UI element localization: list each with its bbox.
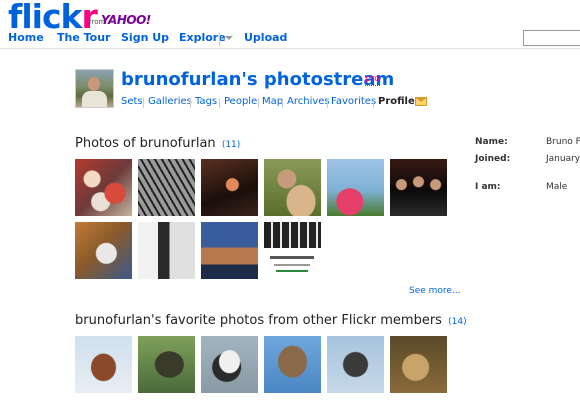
photo-thumbnail-building-dusk[interactable] <box>201 222 258 279</box>
subnav-tags[interactable]: Tags <box>195 96 217 107</box>
favorites-heading: brunofurlan's favorite photos from other… <box>75 313 467 328</box>
favorites-title: brunofurlan's favorite photos from other… <box>75 313 442 328</box>
nav-separator <box>219 33 220 46</box>
subnav-galleries[interactable]: Galleries <box>148 96 192 107</box>
info-iam-value: Male <box>546 182 568 192</box>
top-nav: Home The Tour Sign Up Explore Upload <box>0 31 580 49</box>
see-more-link[interactable]: See more... <box>409 286 461 296</box>
photo-thumbnail-group[interactable] <box>390 159 447 216</box>
mail-icon[interactable] <box>415 97 427 106</box>
subnav-favorites[interactable]: Favorites <box>331 96 376 107</box>
nav-upload[interactable]: Upload <box>244 31 287 44</box>
favorite-thumbnail-kite-sky[interactable] <box>264 336 321 393</box>
subnav-separator <box>373 98 374 108</box>
subnav-separator <box>282 98 283 108</box>
logo-accent-text: r <box>81 0 98 36</box>
avatar-body <box>82 91 107 107</box>
info-joined-value: January <box>546 154 580 164</box>
header-divider <box>0 48 580 49</box>
favorite-thumbnail-osprey[interactable] <box>327 336 384 393</box>
logo-main-text: flick <box>8 0 82 36</box>
favorite-thumbnail-hawk[interactable] <box>75 336 132 393</box>
photos-of-count[interactable]: (11) <box>222 140 240 150</box>
photo-thumbnail-clock[interactable] <box>75 222 132 279</box>
subnav-profile[interactable]: Profile <box>378 96 415 107</box>
flickr-logo[interactable]: flick r <box>8 0 98 36</box>
poster-text-line <box>270 256 314 259</box>
nav-sign-up[interactable]: Sign Up <box>121 31 169 44</box>
search-input[interactable] <box>523 30 580 46</box>
info-joined-label: Joined: <box>475 154 511 164</box>
avatar-face <box>88 77 100 91</box>
photo-thumbnail-poster[interactable] <box>264 222 321 279</box>
photo-thumbnail-bottle-caps[interactable] <box>75 159 132 216</box>
page-title[interactable]: brunofurlan's photostream <box>121 69 394 90</box>
info-name-label: Name: <box>475 137 508 147</box>
explore-dropdown-icon[interactable] <box>225 36 233 40</box>
subnav-separator <box>219 98 220 108</box>
poster-text-line <box>276 270 308 272</box>
pro-badge[interactable]: pro <box>365 74 380 86</box>
nav-home[interactable]: Home <box>8 31 44 44</box>
yahoo-logo: YAHOO! <box>101 13 151 27</box>
photo-thumbnail-bicycles[interactable] <box>138 159 195 216</box>
subnav-map[interactable]: Map <box>262 96 283 107</box>
favorite-thumbnail-eagle-flight[interactable] <box>138 336 195 393</box>
subnav-separator <box>258 98 259 108</box>
subnav-separator <box>327 98 328 108</box>
subnav-sets[interactable]: Sets <box>121 96 143 107</box>
photos-of-title: Photos of brunofurlan <box>75 136 216 151</box>
photo-thumbnail-dragonfly-flower[interactable] <box>327 159 384 216</box>
favorite-thumbnail-owl-branch[interactable] <box>390 336 447 393</box>
photo-thumbnail-bw-portrait[interactable] <box>138 222 195 279</box>
photo-thumbnail-man-with-dog[interactable] <box>264 159 321 216</box>
favorite-thumbnail-black-white-bird[interactable] <box>201 336 258 393</box>
nav-the-tour[interactable]: The Tour <box>57 31 110 44</box>
favorites-count[interactable]: (14) <box>448 317 466 327</box>
photos-of-heading: Photos of brunofurlan (11) <box>75 136 240 151</box>
info-iam-label: I am: <box>475 182 501 192</box>
subnav-separator <box>190 98 191 108</box>
subnav-people[interactable]: People <box>224 96 257 107</box>
subnav-separator <box>143 98 144 108</box>
subnav-archives[interactable]: Archives <box>287 96 330 107</box>
avatar[interactable] <box>75 69 114 108</box>
info-name-value: Bruno F <box>546 137 580 147</box>
poster-text-line <box>274 264 310 266</box>
photo-thumbnail-man-lighting[interactable] <box>201 159 258 216</box>
